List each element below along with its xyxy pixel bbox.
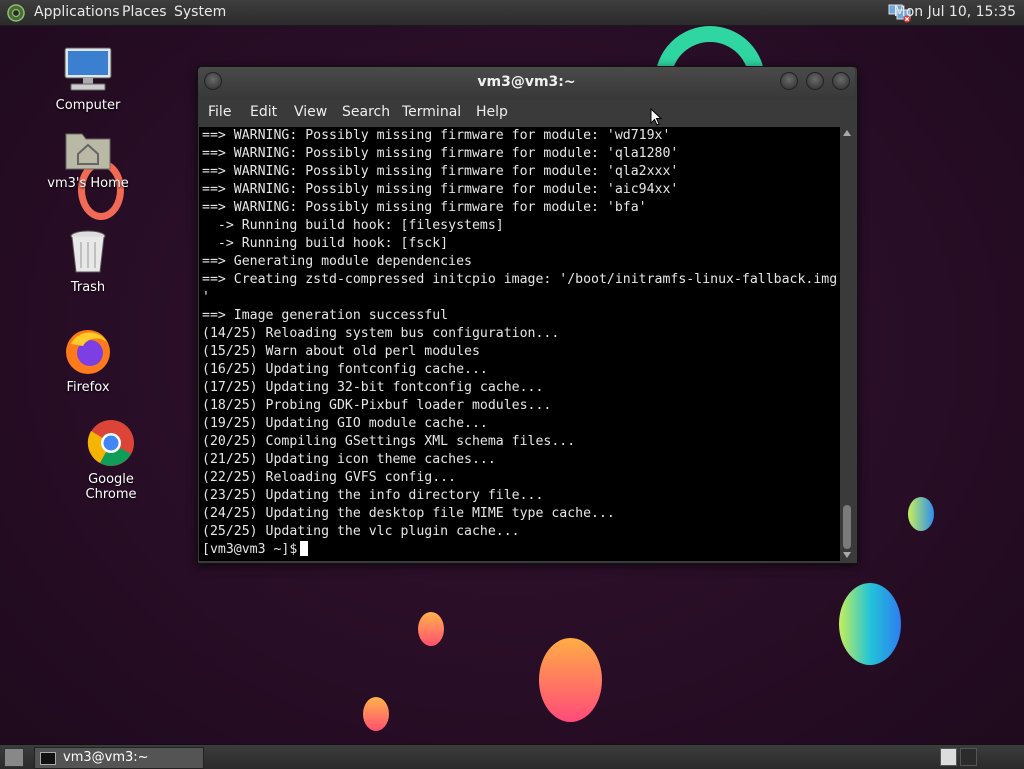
terminal-line: (15/25) Warn about old perl modules [202, 344, 480, 359]
desktop-icon-label: vm3's Home [47, 176, 129, 191]
menu-system[interactable]: System [174, 4, 226, 20]
close-button[interactable] [832, 72, 850, 90]
text-cursor [300, 541, 309, 556]
window-title: vm3@vm3:~ [477, 74, 576, 90]
terminal-line: ==> WARNING: Possibly missing firmware f… [202, 164, 679, 179]
terminal-line: ' [202, 290, 210, 305]
terminal-line: (23/25) Updating the info directory file… [202, 488, 544, 503]
terminal-line: -> Running build hook: [filesystems] [202, 218, 504, 233]
top-panel: Applications Places System Mon Jul 10, 1… [0, 0, 1024, 26]
maximize-button[interactable] [806, 72, 824, 90]
terminal-menubar: File Edit View Search Terminal Help [198, 99, 855, 127]
terminal-line: ==> WARNING: Possibly missing firmware f… [202, 200, 647, 215]
minimize-button[interactable] [780, 72, 798, 90]
scroll-up-arrow-icon[interactable] [843, 130, 851, 136]
terminal-output[interactable]: ==> WARNING: Possibly missing firmware f… [199, 127, 840, 561]
terminal-scrollbar[interactable] [840, 127, 854, 561]
terminal-line: ==> WARNING: Possibly missing firmware f… [202, 146, 679, 161]
terminal-line: (14/25) Reloading system bus configurati… [202, 326, 560, 341]
scroll-down-arrow-icon[interactable] [843, 552, 851, 558]
terminal-line: (21/25) Updating icon theme caches... [202, 452, 496, 467]
desktop-icon-trash[interactable]: Trash [38, 228, 138, 295]
terminal-line: ==> Generating module dependencies [202, 254, 472, 269]
terminal-line: (18/25) Probing GDK-Pixbuf loader module… [202, 398, 552, 413]
terminal-line: (25/25) Updating the vlc plugin cache... [202, 524, 520, 539]
desktop-icon-label: Firefox [66, 380, 110, 395]
menu-applications[interactable]: Applications [34, 4, 120, 20]
firefox-icon [66, 330, 110, 374]
desktop-icon-chrome[interactable]: Google Chrome [61, 418, 161, 502]
distro-logo-icon[interactable] [6, 3, 26, 23]
terminal-line: ==> WARNING: Possibly missing firmware f… [202, 128, 671, 143]
terminal-line: (19/25) Updating GIO module cache... [202, 416, 488, 431]
desktop-icon-home[interactable]: vm3's Home [38, 128, 138, 191]
menu-help[interactable]: Help [476, 104, 508, 120]
workspace-2[interactable] [960, 748, 977, 766]
chrome-icon [87, 420, 134, 466]
terminal-line: (20/25) Compiling GSettings XML schema f… [202, 434, 576, 449]
wallpaper-blob [363, 697, 389, 731]
terminal-line: ==> WARNING: Possibly missing firmware f… [202, 182, 679, 197]
terminal-line: (24/25) Updating the desktop file MIME t… [202, 506, 615, 521]
bottom-panel: vm3@vm3:~ [0, 744, 1024, 769]
menu-terminal[interactable]: Terminal [402, 104, 461, 120]
show-desktop-icon[interactable] [4, 748, 24, 767]
desktop-icon-label: Trash [70, 280, 106, 295]
workspace-1[interactable] [940, 748, 957, 766]
wallpaper-blob [539, 638, 602, 722]
trash-icon [70, 230, 106, 273]
desktop-icon-firefox[interactable]: Firefox [38, 326, 138, 395]
menu-view[interactable]: View [294, 104, 327, 120]
menu-places[interactable]: Places [122, 4, 167, 20]
home-folder-icon [65, 133, 111, 170]
terminal-line: (16/25) Updating fontconfig cache... [202, 362, 488, 377]
mouse-pointer-icon [650, 108, 662, 126]
terminal-line: ==> Image generation successful [202, 308, 449, 323]
computer-icon [64, 47, 112, 91]
taskbar-item-terminal[interactable]: vm3@vm3:~ [34, 747, 204, 769]
wallpaper-blob [418, 612, 444, 646]
shell-prompt: [vm3@vm3 ~]$ [202, 542, 298, 557]
desktop-icon-computer[interactable]: Computer [38, 44, 138, 113]
desktop-icon-label: Computer [55, 98, 121, 113]
terminal-line: (17/25) Updating 32-bit fontconfig cache… [202, 380, 544, 395]
taskbar-item-label: vm3@vm3:~ [63, 750, 149, 765]
panel-clock[interactable]: Mon Jul 10, 15:35 [894, 4, 1016, 20]
window-titlebar[interactable]: vm3@vm3:~ [198, 67, 855, 99]
desktop-icon-label: Google Chrome [85, 472, 137, 502]
terminal-line: -> Running build hook: [fsck] [202, 236, 449, 251]
wallpaper-blob [839, 583, 901, 665]
terminal-line: ==> Creating zstd-compressed initcpio im… [202, 272, 838, 287]
menu-search[interactable]: Search [342, 104, 390, 120]
menu-file[interactable]: File [208, 104, 231, 120]
scrollbar-thumb[interactable] [843, 505, 851, 549]
terminal-line: (22/25) Reloading GVFS config... [202, 470, 457, 485]
wallpaper-blob [908, 497, 934, 531]
terminal-icon [40, 752, 56, 765]
terminal-prompt-line[interactable]: [vm3@vm3 ~]$ [199, 541, 840, 559]
menu-edit[interactable]: Edit [250, 104, 277, 120]
terminal-window[interactable]: vm3@vm3:~ File Edit View Search Terminal… [197, 66, 858, 564]
